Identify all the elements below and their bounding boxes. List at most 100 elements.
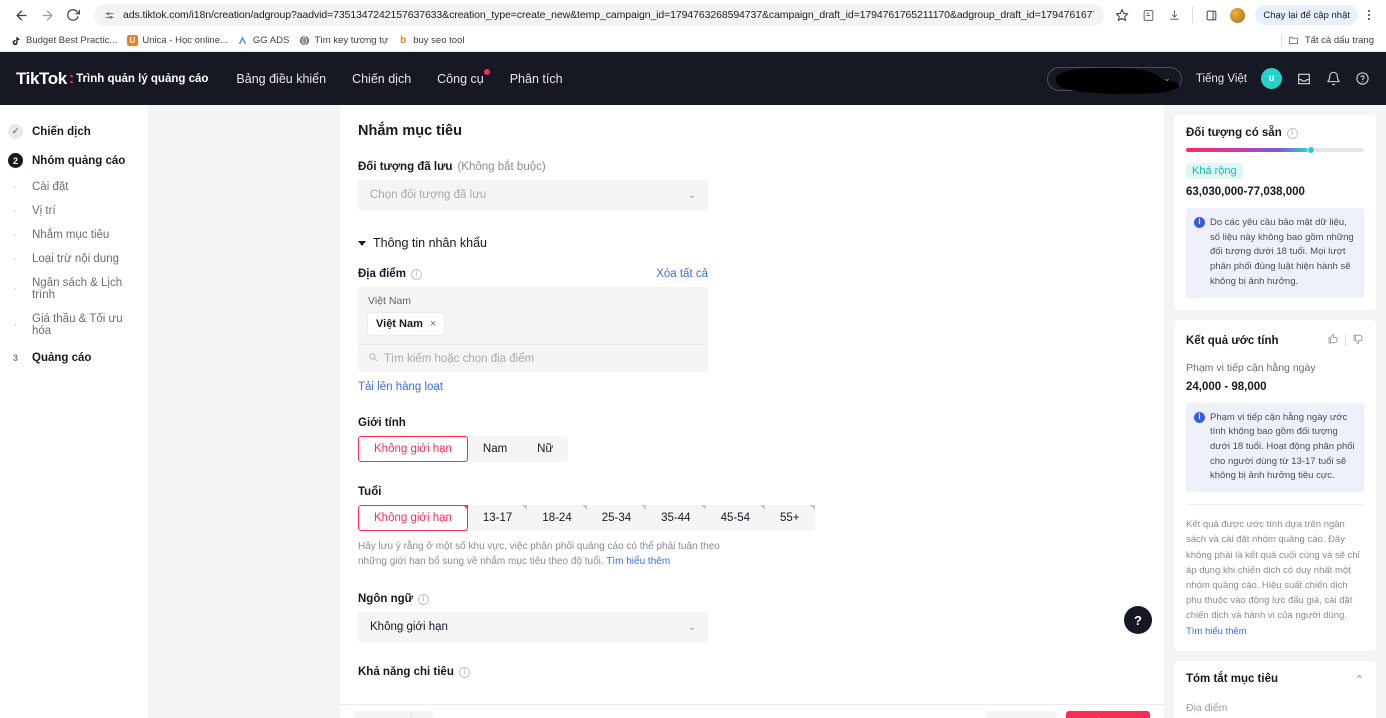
age-option-13-17[interactable]: 13-17	[468, 505, 528, 531]
sidebar-item-settings[interactable]: · Cài đặt	[0, 175, 148, 199]
gender-option-female[interactable]: Nữ	[522, 436, 568, 462]
targeting-summary-card: Tóm tắt mục tiêu ⌃ Địa điểm Việt Nam	[1174, 660, 1376, 718]
check-icon: ✓	[8, 124, 23, 139]
user-avatar[interactable]: u	[1261, 68, 1282, 89]
app-title: Trình quản lý quảng cáo	[76, 72, 209, 85]
sidebar-step-label: Quảng cáo	[32, 351, 92, 364]
back-button[interactable]	[8, 2, 34, 28]
info-icon[interactable]: i	[410, 268, 422, 280]
age-option-18-24[interactable]: 18-24	[527, 505, 587, 531]
age-option-25-34[interactable]: 25-34	[587, 505, 647, 531]
exit-dropdown-caret[interactable]: ⌄	[411, 710, 434, 718]
nav-item-tools[interactable]: Công cụ	[437, 68, 490, 86]
gender-option-male[interactable]: Nam	[468, 436, 522, 462]
available-audience-card: Đối tượng có sẵn i Khá rộng 63,030,000-7…	[1174, 115, 1376, 310]
next-button[interactable]: Tiếp theo	[1066, 710, 1150, 718]
sidebar-item-content-exclusion[interactable]: · Loại trừ nội dung	[0, 247, 148, 271]
exit-button[interactable]: Thoát	[354, 710, 412, 718]
age-hint-link[interactable]: Tìm hiểu thêm	[606, 556, 670, 567]
age-option-35-44[interactable]: 35-44	[646, 505, 706, 531]
info-icon[interactable]: i	[1286, 127, 1298, 139]
gender-segmented-control: Không giới hạn Nam Nữ	[358, 436, 569, 462]
bookmark-star-icon[interactable]	[1110, 3, 1134, 27]
downloads-icon[interactable]	[1162, 3, 1186, 27]
age-option-unlimited[interactable]: Không giới hạn	[358, 505, 468, 531]
floating-help-icon[interactable]: ?	[1124, 606, 1152, 634]
chrome-actions: Chạy lại để cập nhật	[1110, 3, 1378, 27]
chevron-up-icon[interactable]: ⌃	[1355, 673, 1364, 686]
nav-label: Bảng điều khiển	[236, 71, 327, 86]
right-panel: Đối tượng có sẵn i Khá rộng 63,030,000-7…	[1164, 105, 1386, 718]
app-body: ✓ Chiến dịch 2 Nhóm quảng cáo · Cài đặt …	[0, 105, 1386, 718]
language-selector[interactable]: Tiếng Việt	[1196, 73, 1247, 85]
bookmark-label: Tìm key tương tự	[314, 35, 389, 46]
inbox-icon[interactable]	[1296, 71, 1312, 87]
nav-item-analytics[interactable]: Phân tích	[510, 72, 563, 86]
bookmark-item[interactable]: GG ADS	[235, 35, 296, 47]
gender-option-unlimited[interactable]: Không giới hạn	[358, 436, 468, 462]
demographics-section-header[interactable]: Thông tin nhân khẩu	[358, 236, 900, 250]
bookmark-item[interactable]: Tìm key tương tự	[296, 35, 395, 47]
update-chrome-button[interactable]: Chạy lại để cập nhật	[1255, 5, 1358, 25]
info-icon[interactable]: i	[417, 593, 429, 605]
sidebar-step-campaign[interactable]: ✓ Chiến dịch	[0, 117, 148, 146]
targeting-summary-header[interactable]: Tóm tắt mục tiêu ⌃	[1186, 673, 1364, 686]
language-select[interactable]: Không giới hạn ⌄	[358, 612, 708, 642]
sidebar-item-targeting[interactable]: · Nhắm mục tiêu	[0, 223, 148, 247]
b-icon: b	[400, 35, 407, 46]
location-search-input[interactable]: Tìm kiếm hoặc chọn địa điểm	[358, 344, 708, 372]
info-icon[interactable]: i	[458, 666, 470, 678]
nav-item-campaign[interactable]: Chiến dịch	[352, 72, 411, 86]
bookmark-label: Budget Best Practic...	[26, 35, 118, 46]
close-icon[interactable]: ×	[430, 318, 436, 330]
location-chip[interactable]: Việt Nam ×	[368, 313, 445, 335]
option-label: 35-44	[661, 512, 691, 524]
notification-dot-icon	[483, 68, 490, 75]
estimate-disclaimer: Kết quả được ước tính dựa trên ngân sách…	[1186, 504, 1364, 639]
bulk-upload-link[interactable]: Tải lên hàng loạt	[358, 381, 900, 393]
sidebar-sub-label: Cài đặt	[32, 181, 69, 193]
address-bar[interactable]: ads.tiktok.com/i18n/creation/adgroup?aad…	[94, 4, 1105, 26]
site-settings-icon[interactable]	[104, 10, 115, 21]
sidebar-step-ad[interactable]: 3 Quảng cáo	[0, 343, 148, 372]
summary-location-label: Địa điểm	[1186, 701, 1228, 714]
forward-button[interactable]	[34, 2, 60, 28]
help-circle-icon[interactable]	[1355, 71, 1370, 86]
sidebar-step-adgroup[interactable]: 2 Nhóm quảng cáo	[0, 146, 148, 175]
extension-icon[interactable]	[1136, 3, 1160, 27]
bookmark-item[interactable]: Budget Best Practic...	[8, 35, 124, 47]
tiktok-logo[interactable]: TikTok	[16, 69, 67, 89]
disclaimer-link[interactable]: Tìm hiểu thêm	[1186, 626, 1247, 637]
saved-audience-select[interactable]: Chọn đối tượng đã lưu ⌄	[358, 180, 708, 210]
bookmark-item[interactable]: U Unica - Học online...	[124, 35, 235, 47]
chevron-down-icon: ⌄	[687, 189, 696, 201]
side-panel-icon[interactable]	[1199, 3, 1223, 27]
profile-avatar[interactable]	[1225, 3, 1249, 27]
account-selector[interactable]: ⌄	[1046, 66, 1182, 94]
toolbar-divider	[1192, 7, 1194, 23]
back-button[interactable]: Quay lại	[986, 710, 1057, 718]
sidebar-item-bidding-optimization[interactable]: · Giá thầu & Tối ưu hóa	[0, 307, 148, 343]
sidebar-sub-label: Ngân sách & Lịch trình	[32, 277, 123, 301]
age-option-45-54[interactable]: 45-54	[706, 505, 765, 531]
bell-icon[interactable]	[1326, 71, 1341, 86]
age-option-55-plus[interactable]: 55+	[765, 505, 815, 531]
sidebar-step-label: Chiến dịch	[32, 125, 91, 138]
label-text: Địa điểm	[358, 268, 406, 280]
spending-power-field: Khả năng chi tiêu i	[358, 666, 900, 678]
thumbs-up-icon[interactable]	[1327, 332, 1339, 350]
clear-all-link[interactable]: Xóa tất cả	[656, 268, 708, 280]
bookmark-item[interactable]: b buy seo tool	[395, 35, 471, 47]
all-bookmarks-button[interactable]: Tất cả dấu trang	[1288, 35, 1378, 47]
bookmarks-divider	[1280, 34, 1282, 47]
chevron-down-icon: ⌄	[1163, 73, 1171, 83]
nav-item-dashboard[interactable]: Bảng điều khiển	[236, 72, 326, 86]
reload-button[interactable]	[60, 2, 86, 28]
sidebar-item-placement[interactable]: · Vị trí	[0, 199, 148, 223]
label-text: Đối tượng đã lưu	[358, 161, 453, 173]
sidebar-item-budget-schedule[interactable]: · Ngân sách & Lịch trình	[0, 271, 148, 307]
search-icon	[368, 352, 378, 365]
thumbs-down-icon[interactable]	[1352, 332, 1364, 350]
chrome-menu-icon[interactable]	[1360, 3, 1378, 27]
bullet-icon: ·	[13, 253, 18, 265]
